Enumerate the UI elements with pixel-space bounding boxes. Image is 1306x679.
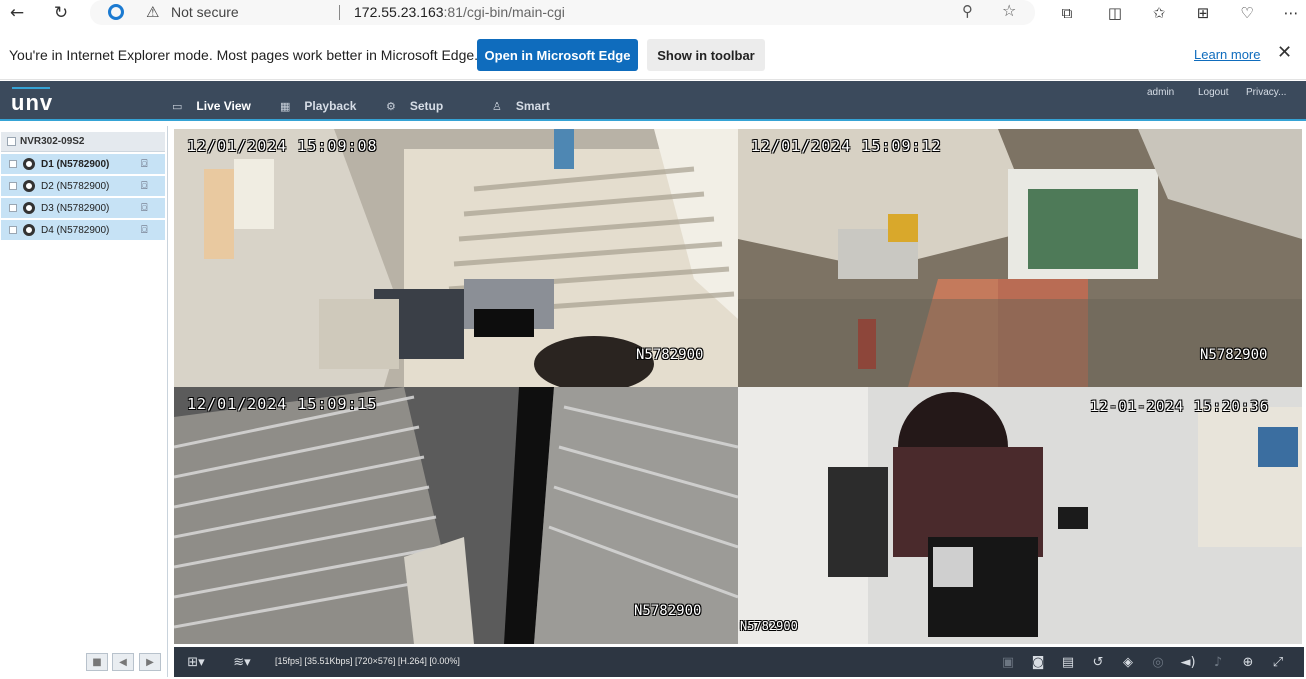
collections-icon[interactable]: ⊞ — [1192, 2, 1214, 24]
logout-link[interactable]: Logout — [1198, 87, 1229, 98]
split-screen-icon[interactable]: ◫ — [1104, 2, 1126, 24]
camera-id-overlay: N5782900 — [636, 347, 704, 363]
open-in-edge-button[interactable]: Open in Microsoft Edge — [477, 39, 638, 71]
zoom-icon[interactable]: ⚲ — [962, 2, 973, 20]
record-camera-icon[interactable]: ⌼ — [141, 157, 148, 171]
tab-smart[interactable]: ♙ Smart — [492, 97, 550, 115]
channel-checkbox[interactable] — [9, 160, 17, 168]
live-view-statusbar: ⊞▾ ≋▾ [15fps] [35.51Kbps] [720×576] [H.2… — [174, 647, 1304, 677]
channel-label: D4 (N5782900) — [41, 225, 110, 236]
address-bar[interactable]: ⚠ Not secure 172.55.23.163:81/cgi-bin/ma… — [90, 0, 1035, 25]
device-name: NVR302-09S2 — [20, 136, 85, 147]
gear-icon: ⚙ — [386, 99, 396, 113]
tab-label: Setup — [409, 99, 444, 113]
local-record-icon[interactable]: ▣ — [998, 653, 1018, 671]
video-tile-d1[interactable]: 12/01/2024 15:09:08 N5782900 — [174, 129, 738, 387]
digital-zoom-icon[interactable]: ◎ — [1148, 653, 1168, 671]
back-arrow-icon[interactable]: ← — [6, 2, 28, 24]
tab-label: Playback — [304, 99, 357, 113]
video-frame-d4 — [738, 387, 1302, 644]
channel-row-d1[interactable]: D1 (N5782900) ⌼ — [1, 154, 165, 175]
tab-label: Smart — [515, 99, 550, 113]
close-icon[interactable]: ✕ — [1277, 42, 1292, 63]
tab-live-view[interactable]: ▭ Live View — [172, 97, 251, 121]
device-checkbox[interactable] — [7, 137, 16, 146]
camera-id-overlay: N5782900 — [740, 619, 798, 633]
ie-mode-infobar: You're in Internet Explorer mode. Most p… — [0, 28, 1306, 80]
timestamp-overlay: 12/01/2024 15:09:12 — [751, 137, 942, 155]
record-camera-icon[interactable]: ⌼ — [141, 179, 148, 193]
device-panel: NVR302-09S2 D1 (N5782900) ⌼ D2 (N5782900… — [0, 126, 168, 677]
learn-more-link[interactable]: Learn more — [1194, 47, 1260, 62]
more-menu-icon[interactable]: ⋯ — [1280, 2, 1302, 24]
record-camera-icon[interactable]: ⌼ — [141, 223, 148, 237]
snapshot-icon[interactable]: ◙ — [1028, 653, 1048, 671]
user-name: admin — [1147, 87, 1175, 98]
not-secure-label[interactable]: Not secure — [171, 4, 239, 20]
camera-icon — [23, 158, 35, 170]
tab-playback[interactable]: ▦ Playback — [280, 97, 356, 115]
next-page-button[interactable]: ▶ — [139, 653, 161, 671]
ptz-icon[interactable]: ◈ — [1118, 653, 1138, 671]
url-path: :81/cgi-bin/main-cgi — [443, 4, 565, 20]
timestamp-overlay: 12-01-2024 15:20:36 — [1090, 399, 1270, 415]
channel-row-d4[interactable]: D4 (N5782900) ⌼ — [1, 220, 165, 241]
video-tile-d4[interactable]: 12-01-2024 15:20:36 N5782900 — [738, 387, 1302, 644]
url-text[interactable]: 172.55.23.163:81/cgi-bin/main-cgi — [354, 4, 565, 20]
channel-label: D2 (N5782900) — [41, 181, 110, 192]
favorites-icon[interactable]: ✩ — [1148, 2, 1170, 24]
audio-icon[interactable]: ◄) — [1178, 653, 1198, 671]
zoom-in-icon[interactable]: ⊕ — [1238, 653, 1258, 671]
talk-icon[interactable]: ♪ — [1208, 653, 1228, 671]
timestamp-overlay: 12/01/2024 15:09:15 — [187, 395, 378, 413]
app-header: unv ▭ Live View ▦ Playback ⚙ Setup ♙ Sma… — [0, 81, 1306, 121]
refresh-icon[interactable]: ↻ — [50, 2, 72, 24]
video-tile-d2[interactable]: 12/01/2024 15:09:12 N5782900 — [738, 129, 1302, 387]
clip-icon[interactable]: ▤ — [1058, 653, 1078, 671]
channel-checkbox[interactable] — [9, 204, 17, 212]
record-camera-icon[interactable]: ⌼ — [141, 201, 148, 215]
stream-stats: [15fps] [35.51Kbps] [720×576] [H.264] [0… — [275, 656, 460, 666]
channel-checkbox[interactable] — [9, 226, 17, 234]
camera-icon — [23, 180, 35, 192]
camera-icon — [23, 202, 35, 214]
fullscreen-icon[interactable]: ⤢ — [1268, 653, 1288, 671]
monitor-icon: ▭ — [172, 99, 183, 113]
channel-row-d3[interactable]: D3 (N5782900) ⌼ — [1, 198, 165, 219]
logo: unv — [11, 90, 54, 115]
device-header[interactable]: NVR302-09S2 — [1, 132, 165, 152]
logo-accent — [12, 87, 50, 89]
extensions-icon[interactable]: ⧉ — [1056, 2, 1078, 24]
person-icon: ♙ — [492, 99, 502, 113]
favorite-star-icon[interactable]: ☆ — [1002, 1, 1016, 20]
film-icon: ▦ — [280, 99, 291, 113]
tab-label: Live View — [196, 99, 251, 113]
camera-id-overlay: N5782900 — [634, 603, 702, 619]
video-grid: 12/01/2024 15:09:08 N5782900 12/01/2024 … — [174, 129, 1302, 644]
browser-toolbar: ← ↻ ⚠ Not secure 172.55.23.163:81/cgi-bi… — [0, 0, 1306, 25]
stop-all-button[interactable]: ■ — [86, 653, 108, 671]
video-tile-d3[interactable]: 12/01/2024 15:09:15 N5782900 — [174, 387, 738, 644]
channel-row-d2[interactable]: D2 (N5782900) ⌼ — [1, 176, 165, 197]
layout-grid-icon[interactable]: ⊞▾ — [182, 653, 210, 671]
camera-icon — [23, 224, 35, 236]
warning-icon: ⚠ — [146, 3, 160, 21]
prev-page-button[interactable]: ◀ — [112, 653, 134, 671]
tab-setup[interactable]: ⚙ Setup — [386, 97, 443, 115]
show-in-toolbar-button[interactable]: Show in toolbar — [647, 39, 765, 71]
browser-essentials-icon[interactable]: ♡ — [1236, 2, 1258, 24]
channel-checkbox[interactable] — [9, 182, 17, 190]
divider — [339, 5, 340, 20]
ie-mode-message: You're in Internet Explorer mode. Most p… — [9, 47, 479, 63]
privacy-link[interactable]: Privacy... — [1246, 87, 1286, 98]
channel-label: D3 (N5782900) — [41, 203, 110, 214]
camera-id-overlay: N5782900 — [1200, 347, 1268, 363]
ie-mode-icon[interactable] — [108, 4, 124, 20]
channel-label: D1 (N5782900) — [41, 159, 110, 170]
url-host: 172.55.23.163 — [354, 4, 444, 20]
instant-playback-icon[interactable]: ↺ — [1088, 653, 1108, 671]
timestamp-overlay: 12/01/2024 15:09:08 — [187, 137, 378, 155]
stream-type-icon[interactable]: ≋▾ — [228, 653, 256, 671]
